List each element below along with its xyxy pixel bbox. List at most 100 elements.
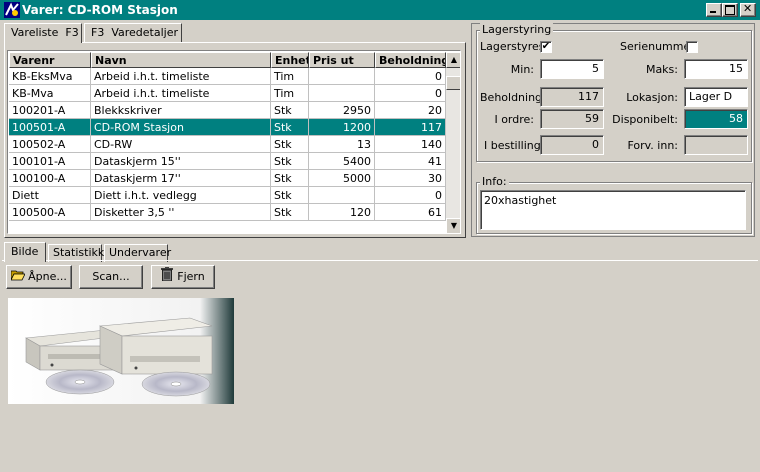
cell-navn: Dataskjerm 15'' (91, 153, 271, 170)
table-row[interactable]: 100502-A CD-RW Stk 13 140 (9, 136, 446, 153)
cell-varenr: 100501-A (9, 119, 91, 136)
min-field[interactable]: 5 (540, 59, 604, 79)
iordre-field: 59 (540, 109, 604, 129)
tab-varedetaljer[interactable]: F3 Varedetaljer (84, 23, 182, 43)
cell-enhet: Stk (271, 170, 309, 187)
maks-field[interactable]: 15 (684, 59, 748, 79)
title-bar[interactable]: Varer: CD-ROM Stasjon ✕ (0, 0, 760, 20)
tab-bilde-label: Bilde (11, 245, 39, 258)
window-title: Varer: CD-ROM Stasjon (22, 3, 178, 17)
close-button[interactable]: ✕ (740, 2, 756, 17)
table-row[interactable]: KB-EksMva Arbeid i.h.t. timeliste Tim 0 (9, 68, 446, 85)
cell-pris-ut: 13 (309, 136, 375, 153)
cell-pris-ut (309, 85, 375, 102)
cell-beholdning: 140 (375, 136, 446, 153)
column-header-pris-ut[interactable]: Pris ut (309, 52, 375, 68)
cell-pris-ut: 120 (309, 204, 375, 221)
minimize-button[interactable] (706, 3, 722, 17)
open-button[interactable]: Åpne... (6, 265, 72, 289)
trash-icon (161, 266, 174, 288)
table-row[interactable]: 100500-A Disketter 3,5 '' Stk 120 61 (9, 204, 446, 221)
info-title: Info: (480, 175, 509, 188)
cell-enhet: Tim (271, 68, 309, 85)
cell-beholdning: 41 (375, 153, 446, 170)
remove-button[interactable]: Fjern (151, 265, 215, 289)
cell-beholdning: 20 (375, 102, 446, 119)
cell-navn: CD-ROM Stasjon (91, 119, 271, 136)
tab-bilde[interactable]: Bilde (4, 242, 46, 262)
tab-statistikk-label: Statistikk (53, 246, 105, 259)
column-header-beholdning[interactable]: Beholdning (375, 52, 446, 68)
maks-label: Maks: (645, 63, 678, 76)
table-row[interactable]: Diett Diett i.h.t. vedlegg Stk 0 (9, 187, 446, 204)
cell-varenr: 100201-A (9, 102, 91, 119)
ibestilling-label: I bestilling: (484, 139, 545, 152)
close-icon: ✕ (743, 2, 753, 15)
ibestilling-field: 0 (540, 135, 604, 155)
cell-pris-ut: 1200 (309, 119, 375, 136)
tab-varedetaljer-label: F3 Varedetaljer (91, 26, 178, 39)
cell-beholdning: 30 (375, 170, 446, 187)
lagerstyring-title: Lagerstyring (480, 23, 554, 36)
cell-pris-ut: 5400 (309, 153, 375, 170)
cell-varenr: 100101-A (9, 153, 91, 170)
table-row[interactable]: 100201-A Blekkskriver Stk 2950 20 (9, 102, 446, 119)
cell-varenr: KB-EksMva (9, 68, 91, 85)
cell-beholdning: 61 (375, 204, 446, 221)
column-header-varenr[interactable]: Varenr (9, 52, 91, 68)
cell-enhet: Stk (271, 136, 309, 153)
maximize-icon (725, 5, 735, 15)
beholdning-label: Beholdning: (480, 91, 546, 104)
forvinn-field (684, 135, 748, 155)
tab-vareliste[interactable]: Vareliste F3 (4, 23, 82, 43)
scroll-down-button[interactable]: ▼ (446, 218, 460, 233)
iordre-label: I ordre: (494, 113, 534, 126)
tab-undervarer-label: Undervarer (109, 246, 172, 259)
open-button-label: Åpne... (28, 270, 67, 283)
cell-enhet: Stk (271, 102, 309, 119)
beholdning-field: 117 (540, 87, 604, 107)
table-row-selected[interactable]: 100501-A CD-ROM Stasjon Stk 1200 117 (9, 119, 446, 136)
maximize-button[interactable] (722, 3, 738, 17)
table-row[interactable]: 100101-A Dataskjerm 15'' Stk 5400 41 (9, 153, 446, 170)
grid-scrollbar[interactable]: ▲ ▼ (446, 52, 460, 233)
cell-enhet: Stk (271, 119, 309, 136)
minimize-icon (710, 11, 716, 13)
product-image (8, 298, 234, 404)
cell-pris-ut: 5000 (309, 170, 375, 187)
folder-open-icon (10, 267, 26, 288)
column-header-enhet[interactable]: Enhet (271, 52, 309, 68)
cell-navn: Arbeid i.h.t. timeliste (91, 85, 271, 102)
lokasjon-field[interactable]: Lager D (684, 87, 748, 107)
tab-vareliste-label: Vareliste F3 (11, 26, 79, 39)
scan-button-label: Scan... (92, 270, 130, 283)
lagerstyres-checkbox[interactable]: ✔ (540, 41, 552, 53)
disponibelt-field: 58 (684, 109, 748, 129)
cell-beholdning: 0 (375, 68, 446, 85)
table-row[interactable]: 100100-A Dataskjerm 17'' Stk 5000 30 (9, 170, 446, 187)
table-row[interactable]: KB-Mva Arbeid i.h.t. timeliste Tim 0 (9, 85, 446, 102)
cell-pris-ut (309, 187, 375, 204)
min-label: Min: (510, 63, 534, 76)
remove-button-label: Fjern (177, 270, 205, 283)
cell-varenr: 100100-A (9, 170, 91, 187)
cell-varenr: Diett (9, 187, 91, 204)
cell-navn: CD-RW (91, 136, 271, 153)
cell-varenr: 100502-A (9, 136, 91, 153)
lokasjon-label: Lokasjon: (626, 91, 678, 104)
scan-button[interactable]: Scan... (79, 265, 143, 289)
serienummer-checkbox[interactable] (686, 41, 698, 53)
cell-navn: Disketter 3,5 '' (91, 204, 271, 221)
scroll-thumb[interactable] (446, 76, 460, 90)
app-icon[interactable] (4, 2, 20, 18)
cell-enhet: Stk (271, 187, 309, 204)
info-textarea[interactable]: 20xhastighet (480, 190, 746, 230)
column-header-navn[interactable]: Navn (91, 52, 271, 68)
items-grid[interactable]: Varenr Navn Enhet Pris ut Beholdning KB-… (7, 50, 461, 234)
cell-varenr: KB-Mva (9, 85, 91, 102)
disponibelt-label: Disponibelt: (612, 113, 678, 126)
cell-beholdning: 117 (375, 119, 446, 136)
cell-beholdning: 0 (375, 187, 446, 204)
scroll-up-button[interactable]: ▲ (446, 52, 460, 68)
lagerstyres-label: Lagerstyres: (480, 40, 549, 53)
